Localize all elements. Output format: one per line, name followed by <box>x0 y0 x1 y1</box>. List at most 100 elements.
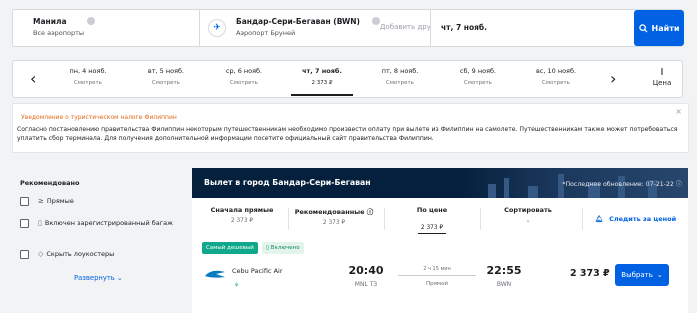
filter-item-luggage[interactable]: ▯ Включен зарегистрированный багаж <box>38 219 178 228</box>
departure: 20:40 MNL T3 <box>346 264 386 288</box>
divider <box>288 208 289 230</box>
info-icon: ⓘ <box>366 208 374 216</box>
clear-origin-icon[interactable] <box>87 17 95 25</box>
next-dates-icon[interactable]: › <box>610 69 616 88</box>
bell-icon: 🔔︎ <box>594 215 604 223</box>
sort-tab-label: Сортировать <box>504 206 552 214</box>
last-update: *Последнее обновление: 07-21-22 ⓘ <box>562 181 682 188</box>
destination-field[interactable]: Бандар-Сери-Бегаван (BWN) Аэропорт Бруне… <box>218 10 380 46</box>
arrival-code: BWN <box>496 281 512 288</box>
filter-label: Прямые <box>46 197 74 205</box>
date-value: чт, 7 нояб. <box>441 23 488 32</box>
results-banner: Вылет в город Бандар-Сери-Бегаван *После… <box>192 168 688 198</box>
luggage-icon: ▯ <box>266 245 270 251</box>
chevron-down-icon: ⌄ <box>525 218 531 224</box>
date-option-day: ср, 6 нояб. <box>225 67 263 75</box>
date-option[interactable]: пн, 4 нояб. Смотреть <box>53 67 123 86</box>
results-panel: Вылет в город Бандар-Сери-Бегаван *После… <box>192 168 688 313</box>
divider <box>480 208 481 230</box>
add-destination-field[interactable]: Добавить дру <box>378 10 431 46</box>
divider <box>384 208 385 230</box>
date-option-day: вс, 10 нояб. <box>535 67 577 75</box>
filter-item-lowcost[interactable]: ◇ Скрыть лоукостеры <box>38 250 114 259</box>
chevron-down-icon: ⌄ <box>656 271 663 279</box>
origin-city: Манила <box>33 17 67 26</box>
price-chart-button[interactable]: ⫾ Цена <box>647 67 677 87</box>
date-option[interactable]: вт, 5 нояб. Смотреть <box>131 67 201 86</box>
sort-tab-label: Сначала прямые <box>210 206 274 214</box>
follow-price-label: Следить за ценой <box>609 215 677 223</box>
date-option-price: Смотреть <box>386 80 414 86</box>
included-badge: ▯ Включено <box>262 242 304 254</box>
lowcost-checkbox[interactable] <box>20 250 29 259</box>
date-option-day: сб, 9 нояб. <box>459 67 497 75</box>
departure-time: 20:40 <box>348 264 384 277</box>
bar-chart-icon: ⫾ <box>660 67 664 77</box>
close-icon[interactable]: × <box>675 107 682 116</box>
airline-name: Cebu Pacific Air <box>232 267 283 275</box>
arrival-time: 22:55 <box>486 264 522 277</box>
luggage-checkbox[interactable] <box>20 219 29 228</box>
flight-duration: 2 ч 15 мин Прямой <box>398 266 476 287</box>
destination-airport: Аэропорт Бруней <box>236 29 296 37</box>
cheapest-badge: Самый дешевый <box>202 242 258 254</box>
origin-airports: Все аэропорты <box>33 29 85 37</box>
notice-title: Уведомление о туристическом налоге Филип… <box>21 114 177 121</box>
expand-label: Развернуть <box>74 274 115 282</box>
date-option-price: Смотреть <box>464 80 492 86</box>
tab-direct-first[interactable]: Сначала прямые 2 373 ₽ <box>198 206 286 224</box>
duration-text: 2 ч 15 мин <box>423 266 451 272</box>
flight-card[interactable]: Самый дешевый ▯ Включено Cebu Pacific Ai… <box>198 238 688 313</box>
date-option[interactable]: ср, 6 нояб. Смотреть <box>209 67 279 86</box>
stops-text: Прямой <box>425 281 449 287</box>
search-button[interactable]: Найти <box>634 10 684 46</box>
search-bar: Манила Все аэропорты ✈ Бандар-Сери-Бегав… <box>12 9 684 47</box>
tourist-tax-notice: × Уведомление о туристическом налоге Фил… <box>12 103 689 153</box>
leaf-icon: ⚘ <box>234 282 240 289</box>
date-option[interactable]: пт, 8 нояб. Смотреть <box>365 67 435 86</box>
tag-icon: ◇ <box>38 250 44 258</box>
results-title: Вылет в город Бандар-Сери-Бегаван <box>204 178 371 187</box>
airline-logo <box>205 270 225 278</box>
filter-label: Включен зарегистрированный багаж <box>44 219 174 227</box>
search-icon <box>638 23 648 33</box>
chevron-down-icon: ⌄ <box>116 274 123 282</box>
sort-tabs: Сначала прямые 2 373 ₽ Рекомендованные ⓘ… <box>192 204 688 234</box>
add-destination-placeholder: Добавить дру <box>380 23 431 31</box>
filter-item-direct[interactable]: ≥ Прямые <box>38 197 74 206</box>
origin-field[interactable]: Манила Все аэропорты <box>13 10 199 46</box>
direct-checkbox[interactable] <box>20 197 29 206</box>
date-option[interactable]: сб, 9 нояб. Смотреть <box>443 67 513 86</box>
destination-city: Бандар-Сери-Бегаван (BWN) <box>236 17 360 26</box>
sort-tab-price: 2 373 ₽ <box>322 220 346 226</box>
date-option-day: пн, 4 нояб. <box>69 67 107 75</box>
date-option-day: пт, 8 нояб. <box>381 67 419 75</box>
prev-dates-icon[interactable]: ‹ <box>30 69 36 88</box>
date-option-price: Смотреть <box>74 80 102 86</box>
filter-label: Скрыть лоукостеры <box>46 250 115 258</box>
info-icon: ⓘ <box>675 181 682 188</box>
flight-price: 2 373 ₽ <box>570 268 610 279</box>
arrival: 22:55 BWN <box>484 264 524 288</box>
tab-by-price[interactable]: По цене 2 373 ₽ <box>388 206 476 234</box>
date-strip: ‹ пн, 4 нояб. Смотреть вт, 5 нояб. Смотр… <box>12 60 683 98</box>
price-chart-label: Цена <box>652 79 672 87</box>
expand-filters-link[interactable]: Развернуть ⌄ <box>74 274 123 282</box>
notice-body: Согласно постановлению правительства Фил… <box>17 126 678 142</box>
luggage-icon: ▯ <box>38 219 42 227</box>
direct-flight-icon: ≥ <box>38 197 44 205</box>
departure-code: MNL T3 <box>354 281 378 288</box>
date-field[interactable]: чт, 7 нояб. <box>430 10 627 46</box>
date-option-price: Смотреть <box>542 80 570 86</box>
tab-sort[interactable]: Сортировать ⌄ <box>484 206 572 224</box>
select-button[interactable]: Выбрать ⌄ <box>615 264 669 286</box>
divider <box>199 10 200 46</box>
date-option-selected[interactable]: чт, 7 нояб. 2 373 ₽ <box>287 67 357 96</box>
select-label: Выбрать <box>621 271 653 279</box>
date-option-day: вт, 5 нояб. <box>147 67 185 75</box>
date-option-price: Смотреть <box>152 80 180 86</box>
tab-recommended[interactable]: Рекомендованные ⓘ 2 373 ₽ <box>290 206 378 226</box>
follow-price-button[interactable]: 🔔︎ Следить за ценой <box>582 208 688 230</box>
filters-title: Рекомендовано <box>20 179 80 187</box>
date-option[interactable]: вс, 10 нояб. Смотреть <box>521 67 591 86</box>
